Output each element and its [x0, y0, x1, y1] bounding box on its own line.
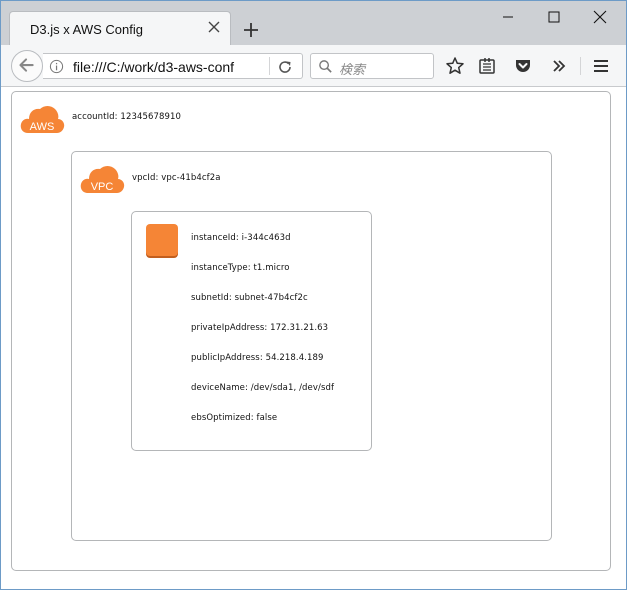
private-ip-field: privateIpAddress: 172.31.21.63 [191, 323, 329, 333]
window-close-icon[interactable] [577, 1, 623, 33]
tab-strip: D3.js x AWS Config [1, 1, 626, 46]
search-placeholder: 検索 [339, 62, 366, 77]
back-button[interactable] [11, 50, 43, 82]
instance-id-field: instanceId: i-344c463d [191, 233, 291, 243]
hamburger-menu-icon[interactable] [591, 56, 611, 76]
overflow-chevron-icon[interactable] [549, 56, 569, 76]
url-text[interactable]: file:///C:/work/d3-aws-conf [73, 59, 269, 75]
browser-window: D3.js x AWS Config file:///C:/work/d3-aw… [0, 0, 627, 590]
toolbar-divider [580, 57, 581, 75]
back-arrow-icon [19, 58, 34, 72]
subnet-id-field: subnetId: subnet-47b4cf2c [191, 293, 308, 303]
tab-active[interactable]: D3.js x AWS Config [9, 11, 231, 46]
url-bar[interactable]: file:///C:/work/d3-aws-conf [43, 53, 303, 79]
device-name-field: deviceName: /dev/sda1, /dev/sdf [191, 383, 335, 393]
search-icon [319, 60, 332, 73]
reload-icon[interactable] [275, 57, 295, 77]
public-ip-field: publicIpAddress: 54.218.4.189 [191, 353, 324, 363]
aws-badge-text: AWS [30, 121, 55, 133]
info-icon[interactable] [49, 59, 64, 74]
vpc-cloud-icon: VPC [80, 166, 125, 193]
aws-cloud-icon: AWS [20, 106, 65, 133]
url-divider [269, 57, 270, 75]
navigation-toolbar: file:///C:/work/d3-aws-conf 検索 [1, 45, 626, 87]
minimize-icon[interactable] [485, 1, 531, 33]
ebs-optimized-field: ebsOptimized: false [191, 413, 278, 423]
tab-title: D3.js x AWS Config [30, 22, 143, 37]
reading-list-icon[interactable] [477, 56, 497, 76]
vpc-badge-text: VPC [91, 181, 114, 193]
instance-type-field: instanceType: t1.micro [191, 263, 290, 273]
vpc-id-label: vpcId: vpc-41b4cf2a [132, 173, 221, 183]
page-content: AWS accountId: 12345678910 VPC vpcId: vp… [2, 88, 625, 588]
new-tab-plus-icon[interactable] [240, 19, 262, 41]
tab-close-icon[interactable] [206, 19, 222, 35]
pocket-icon[interactable] [513, 56, 533, 76]
maximize-icon[interactable] [531, 1, 577, 33]
account-id-label: accountId: 12345678910 [72, 112, 182, 122]
search-bar[interactable]: 検索 [310, 53, 434, 79]
ec2-instance-icon [146, 224, 178, 256]
star-icon[interactable] [445, 56, 465, 76]
